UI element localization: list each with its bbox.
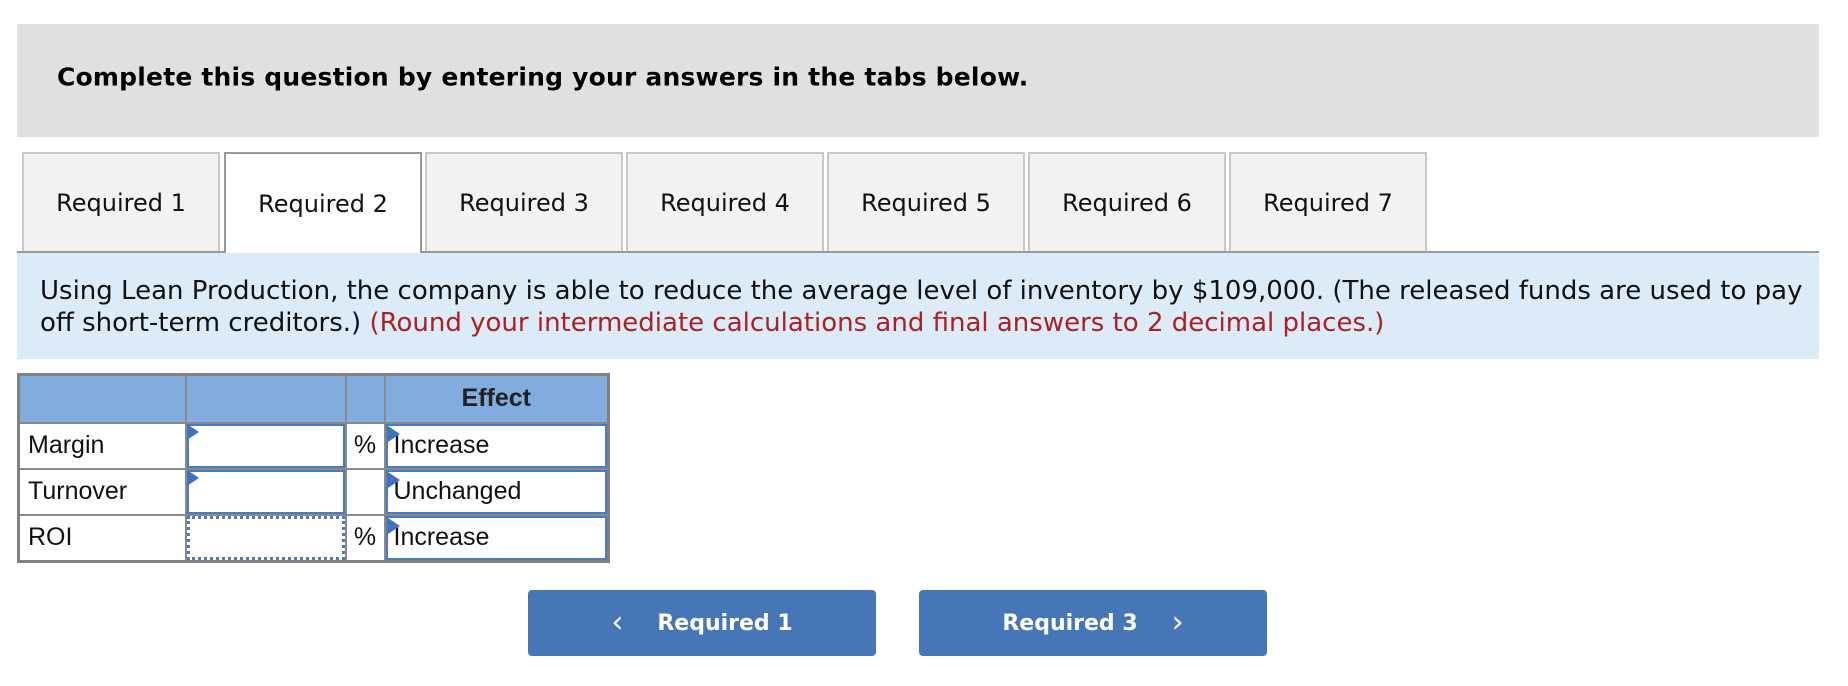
turnover-input[interactable] xyxy=(186,469,345,514)
next-required-button[interactable]: Required 3 › xyxy=(919,590,1267,656)
tab-required-1[interactable]: Required 1 xyxy=(22,152,220,251)
chevron-right-icon: › xyxy=(1171,605,1184,640)
turnover-effect-value: Unchanged xyxy=(393,477,522,505)
question-instructions: Using Lean Production, the company is ab… xyxy=(17,253,1819,359)
instruction-header: Complete this question by entering your … xyxy=(17,24,1819,137)
table-row-margin: Margin % Increase xyxy=(17,421,610,470)
tab-required-5[interactable]: Required 5 xyxy=(827,152,1025,251)
margin-effect-select[interactable]: Increase xyxy=(385,423,607,468)
turnover-effect-cell: Unchanged xyxy=(383,467,610,516)
turnover-input-wrap xyxy=(186,469,345,514)
header-value-column xyxy=(184,373,347,424)
margin-effect-value: Increase xyxy=(393,431,490,459)
header-title: Complete this question by entering your … xyxy=(57,62,1029,92)
table-row-turnover: Turnover Unchanged xyxy=(17,467,610,516)
roi-effect-select[interactable]: Increase xyxy=(385,515,607,560)
table-header-row: Effect xyxy=(17,373,610,424)
chevron-left-icon: ‹ xyxy=(611,605,624,640)
table-row-roi: ROI % Increase xyxy=(17,513,610,562)
margin-value-cell xyxy=(184,421,347,470)
turnover-effect-select[interactable]: Unchanged xyxy=(385,469,607,514)
tab-required-6[interactable]: Required 6 xyxy=(1028,152,1226,251)
margin-unit: % xyxy=(344,421,386,470)
instructions-text-block: Using Lean Production, the company is ab… xyxy=(40,275,1810,339)
header-effect-column: Effect xyxy=(383,373,610,424)
tab-required-4[interactable]: Required 4 xyxy=(626,152,824,251)
next-button-label: Required 3 xyxy=(1002,610,1138,636)
roi-value-cell xyxy=(184,513,347,562)
rounding-note: (Round your intermediate calculations an… xyxy=(369,308,1385,338)
answer-table: Effect Margin % Increase Turnover Unchan… xyxy=(17,373,610,563)
margin-effect-cell: Increase xyxy=(383,421,610,470)
tab-required-7[interactable]: Required 7 xyxy=(1229,152,1427,251)
tab-bar: Required 1 Required 2 Required 3 Require… xyxy=(17,152,1819,253)
tab-required-3[interactable]: Required 3 xyxy=(425,152,623,251)
row-label-turnover: Turnover xyxy=(17,467,187,516)
row-label-roi: ROI xyxy=(17,513,187,562)
prev-required-button[interactable]: ‹ Required 1 xyxy=(528,590,876,656)
roi-input-wrap xyxy=(186,515,345,560)
header-unit-column xyxy=(344,373,386,424)
tab-required-2[interactable]: Required 2 xyxy=(224,152,422,253)
roi-effect-value: Increase xyxy=(393,523,490,551)
roi-effect-cell: Increase xyxy=(383,513,610,562)
turnover-value-cell xyxy=(184,467,347,516)
header-label-column xyxy=(17,373,187,424)
margin-input[interactable] xyxy=(186,423,345,468)
prev-button-label: Required 1 xyxy=(657,610,793,636)
roi-unit: % xyxy=(344,513,386,562)
row-label-margin: Margin xyxy=(17,421,187,470)
turnover-unit xyxy=(344,467,386,516)
roi-input[interactable] xyxy=(186,515,345,560)
margin-input-wrap xyxy=(186,423,345,468)
